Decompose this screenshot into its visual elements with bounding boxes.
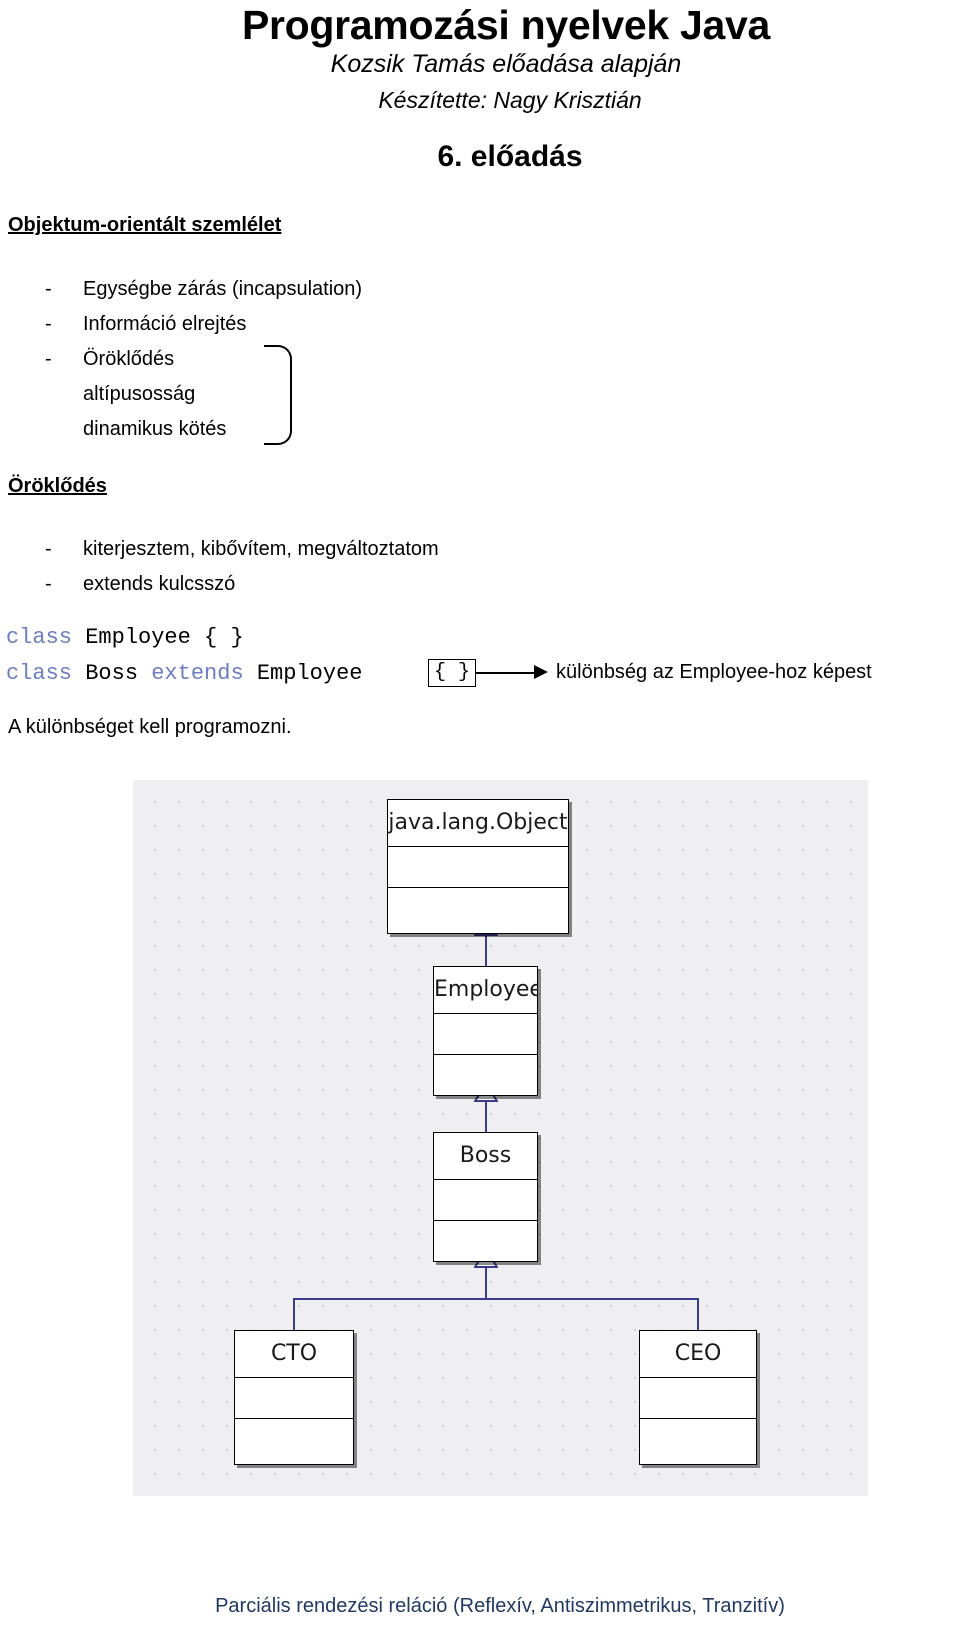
- connector-boss-to-employee: [485, 1100, 487, 1132]
- list-item: - Egységbe zárás (incapsulation): [45, 272, 362, 307]
- list-item: altípusosság: [45, 377, 362, 412]
- uml-attributes-compartment: [640, 1378, 756, 1419]
- bullet-dash: [45, 412, 83, 447]
- uml-class-ceo: CEO: [639, 1330, 757, 1465]
- oo-bullet-list: - Egységbe zárás (incapsulation) - Infor…: [45, 272, 362, 447]
- code-identifier-employee: Employee: [72, 625, 205, 650]
- lecture-number: 6. előadás: [437, 140, 583, 173]
- bullet-dash: -: [45, 313, 52, 335]
- connector-employee-to-object: [485, 934, 487, 966]
- list-item: dinamikus kötés: [45, 412, 362, 447]
- list-item: - Információ elrejtés: [45, 307, 362, 342]
- code-keyword-class: class: [6, 625, 73, 650]
- uml-methods-compartment: [434, 1055, 537, 1095]
- bullet-dash: -: [45, 348, 52, 370]
- trailing-note: A különbséget kell programozni.: [8, 716, 292, 738]
- annotation-arrow-line: [476, 672, 538, 674]
- bullet-dash: -: [45, 278, 52, 300]
- bullet-text: kiterjesztem, kibővítem, megváltoztatom: [83, 538, 439, 560]
- code-identifier-employee: Employee: [243, 661, 376, 686]
- code-keyword-class: class: [6, 661, 73, 686]
- slide-page: Programozási nyelvek Java Kozsik Tamás e…: [0, 0, 960, 1649]
- connector-horizontal-branch: [293, 1298, 698, 1300]
- connector-subclasses-vertical: [485, 1266, 487, 1298]
- code-highlight-box: { }: [428, 659, 476, 687]
- uml-methods-compartment: [235, 1419, 353, 1459]
- page-title: Programozási nyelvek Java: [241, 2, 771, 48]
- uml-class-name: CEO: [640, 1331, 756, 1378]
- uml-attributes-compartment: [434, 1180, 537, 1221]
- bullet-text: Információ elrejtés: [83, 313, 247, 335]
- bullet-text: extends kulcsszó: [83, 573, 236, 595]
- uml-methods-compartment: [640, 1419, 756, 1459]
- bullet-dash: -: [45, 538, 52, 560]
- code-line-employee: class Employee { }: [6, 625, 244, 650]
- section-heading-oo: Objektum-orientált szemlélet: [8, 214, 282, 236]
- section-heading-inheritance: Öröklődés: [8, 475, 107, 497]
- page-subtitle-author: Kozsik Tamás előadása alapján: [330, 50, 682, 78]
- code-body-braces: { }: [204, 625, 244, 650]
- code-identifier-boss: Boss: [72, 661, 152, 686]
- uml-attributes-compartment: [388, 847, 568, 888]
- uml-class-name: Employee: [434, 967, 537, 1014]
- code-box-text: { }: [433, 661, 470, 684]
- bullet-text: Öröklődés: [83, 348, 175, 370]
- code-line-boss: class Boss extends Employee: [6, 661, 376, 686]
- uml-class-name: Boss: [434, 1133, 537, 1180]
- bullet-text: altípusosság: [83, 383, 196, 405]
- uml-class-java-lang-object: java.lang.Object: [387, 799, 569, 934]
- bullet-dash: [45, 377, 83, 412]
- page-subtitle-creator: Készítette: Nagy Krisztián: [378, 87, 642, 113]
- grouping-brace: [264, 345, 292, 445]
- bullet-text: dinamikus kötés: [83, 418, 227, 440]
- uml-methods-compartment: [388, 888, 568, 928]
- list-item: - Öröklődés: [45, 342, 362, 377]
- uml-attributes-compartment: [434, 1014, 537, 1055]
- footer-note: Parciális rendezési reláció (Reflexív, A…: [215, 1595, 785, 1617]
- uml-class-employee: Employee: [433, 966, 538, 1096]
- annotation-arrow-head-icon: [534, 665, 548, 679]
- bullet-text: Egységbe zárás (incapsulation): [83, 278, 363, 300]
- uml-diagram: java.lang.Object Employee Boss CTO CEO: [133, 780, 868, 1496]
- uml-class-cto: CTO: [234, 1330, 354, 1465]
- uml-class-name: java.lang.Object: [388, 800, 568, 847]
- inheritance-bullet-list: - kiterjesztem, kibővítem, megváltoztato…: [45, 532, 439, 602]
- uml-class-name: CTO: [235, 1331, 353, 1378]
- connector-to-ceo: [697, 1298, 699, 1330]
- bullet-dash: -: [45, 573, 52, 595]
- uml-attributes-compartment: [235, 1378, 353, 1419]
- code-annotation-text: különbség az Employee-hoz képest: [556, 661, 872, 683]
- code-keyword-extends: extends: [151, 661, 244, 686]
- list-item: - kiterjesztem, kibővítem, megváltoztato…: [45, 532, 439, 567]
- list-item: - extends kulcsszó: [45, 567, 439, 602]
- uml-methods-compartment: [434, 1221, 537, 1261]
- uml-class-boss: Boss: [433, 1132, 538, 1262]
- connector-to-cto: [293, 1298, 295, 1330]
